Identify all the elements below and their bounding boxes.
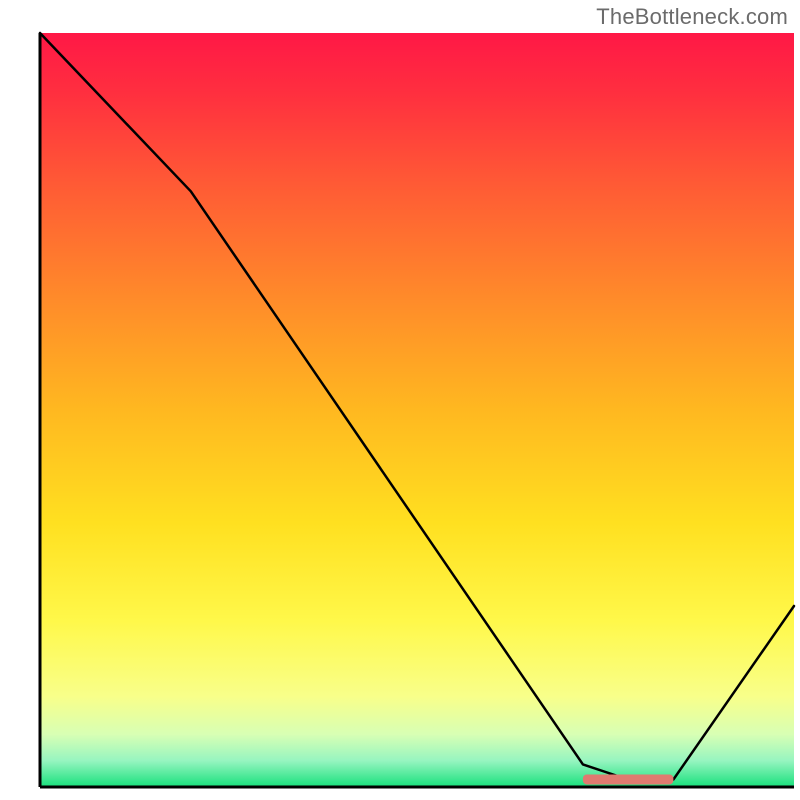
bottleneck-chart xyxy=(0,0,800,800)
chart-frame: { "attribution": "TheBottleneck.com", "c… xyxy=(0,0,800,800)
chart-background-gradient xyxy=(40,33,794,787)
minimum-highlight-bar xyxy=(583,774,673,784)
